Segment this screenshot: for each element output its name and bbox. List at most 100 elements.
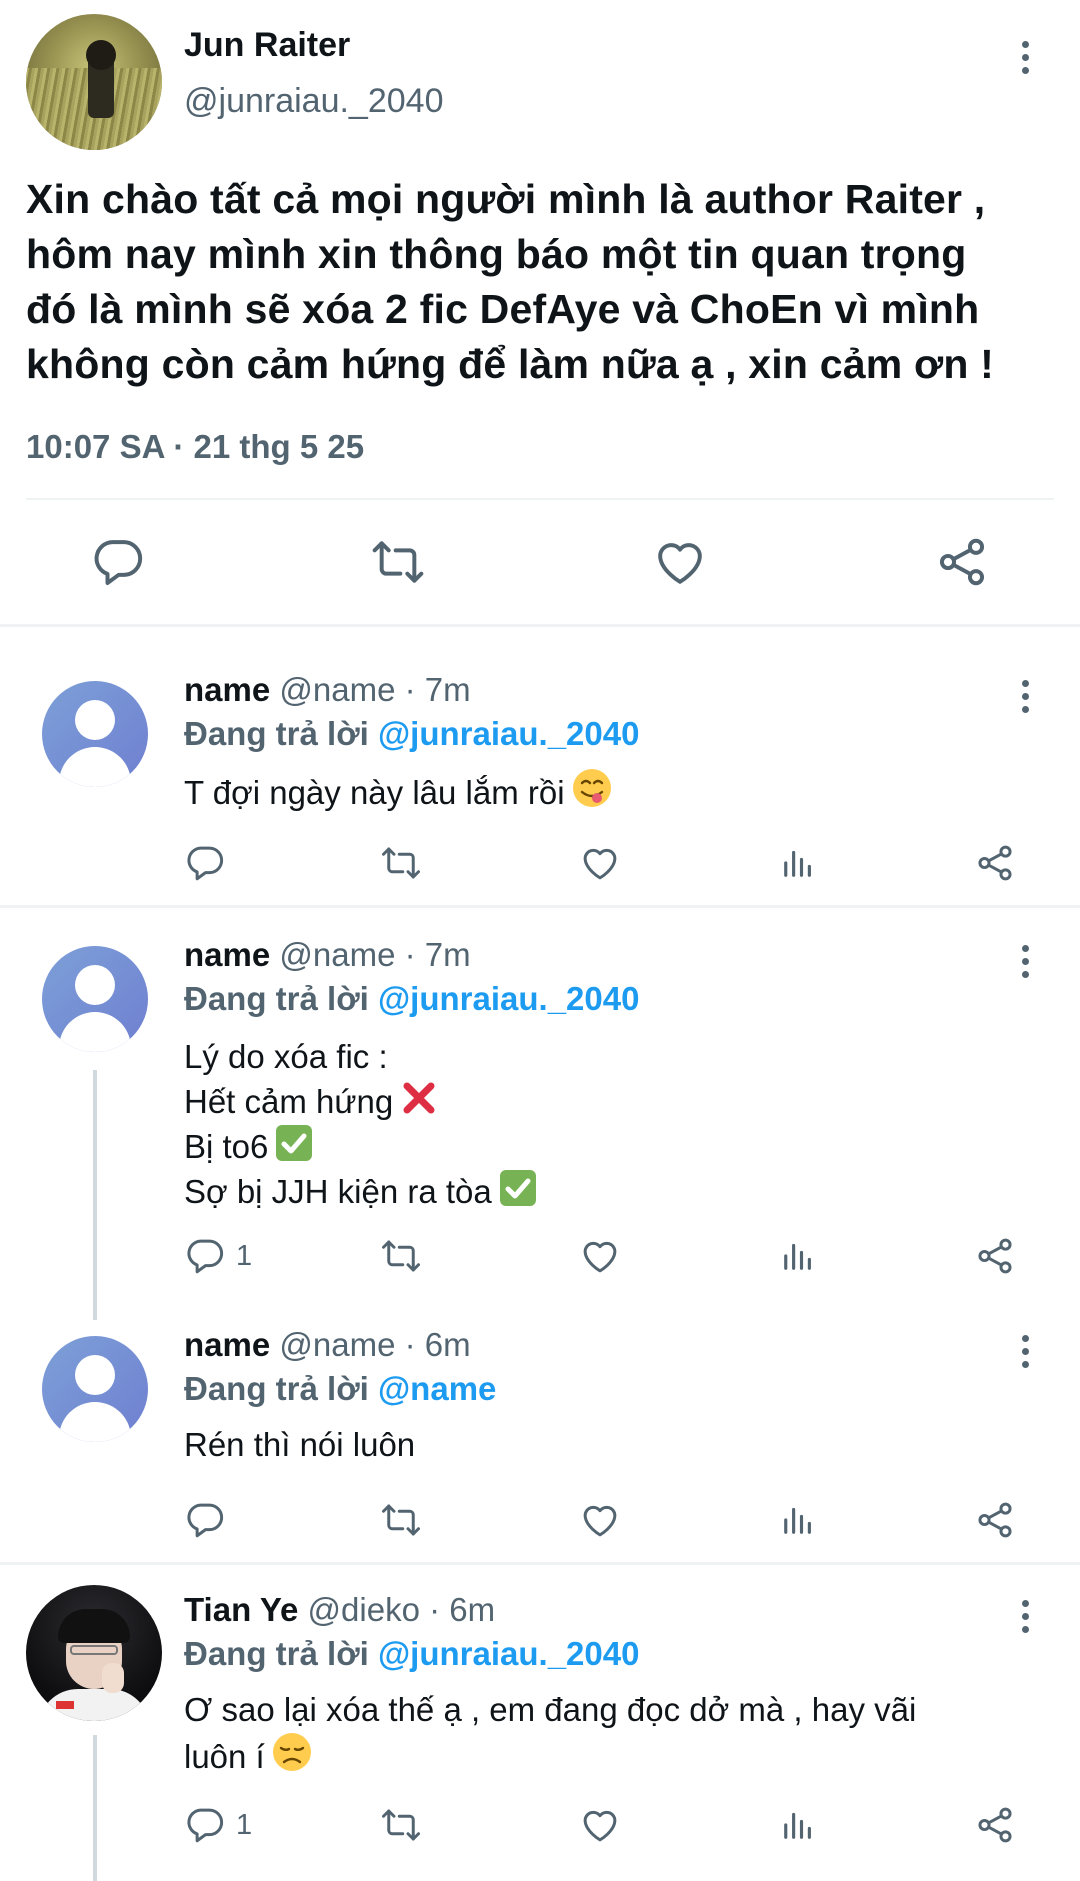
reply-tweet[interactable]: name @name · 7m Đang trả lời @junraiau._… — [0, 627, 1080, 906]
replying-to-handle[interactable]: @junraiau._2040 — [378, 1635, 639, 1672]
tweet-text: Xin chào tất cả mọi người mình là author… — [26, 172, 1056, 392]
reply-button[interactable]: 1 — [184, 1803, 252, 1847]
replying-to-label: Đang trả lời — [184, 980, 369, 1017]
reply-action-bar: 1 — [0, 1803, 1080, 1853]
stats-icon — [777, 842, 819, 884]
like-icon — [579, 1499, 621, 1541]
share-icon — [974, 1804, 1016, 1846]
reply-author-name[interactable]: name — [184, 936, 270, 973]
replying-to-label: Đang trả lời — [184, 1370, 369, 1407]
reply-icon — [184, 842, 226, 884]
tweet-text-line: đó là mình sẽ xóa 2 fic DefAye và ChoEn … — [26, 286, 980, 332]
reply-button[interactable] — [184, 1498, 226, 1542]
stats-icon — [777, 1235, 819, 1277]
reply-meta: @dieko · 6m — [307, 1591, 496, 1628]
replying-to: Đang trả lời @junraiau._2040 — [184, 715, 639, 753]
replying-to-label: Đang trả lời — [184, 1635, 369, 1672]
retweet-button[interactable] — [380, 1498, 422, 1542]
like-button[interactable] — [579, 1234, 621, 1278]
reply-action-bar: 1 — [0, 1234, 1080, 1284]
share-icon — [974, 1499, 1016, 1541]
author-avatar[interactable] — [26, 14, 162, 150]
share-icon — [974, 1235, 1016, 1277]
replying-to-handle[interactable]: @junraiau._2040 — [378, 980, 639, 1017]
retweet-button[interactable] — [380, 1234, 422, 1278]
reply-text-line: Hết cảm hứng — [184, 1083, 394, 1120]
retweet-icon — [380, 842, 422, 884]
more-options-icon[interactable] — [1010, 32, 1040, 82]
reply-button[interactable] — [184, 841, 226, 885]
reply-count: 1 — [236, 1239, 253, 1272]
main-tweet: Jun Raiter @junraiau._2040 Xin chào tất … — [0, 0, 1080, 626]
author-name[interactable]: Jun Raiter — [184, 26, 350, 65]
photo-avatar[interactable] — [26, 1585, 162, 1721]
reply-text-line: Lý do xóa fic : — [184, 1038, 388, 1075]
like-button[interactable] — [579, 841, 621, 885]
reply-tweet[interactable]: name @name · 6m Đang trả lời @name Rén t… — [0, 1300, 1080, 1564]
views-button[interactable] — [777, 1803, 819, 1847]
tweet-text-line: hôm nay mình xin thông báo một tin quan … — [26, 231, 967, 277]
reply-action-bar — [0, 1498, 1080, 1548]
reply-meta: @name · 7m — [279, 671, 471, 708]
reply-text: Ơ sao lại xóa thế ạ , em đang đọc dở mà … — [184, 1689, 1024, 1778]
like-icon — [579, 1804, 621, 1846]
default-avatar[interactable] — [42, 681, 148, 787]
more-options-icon[interactable] — [1010, 936, 1040, 986]
reply-author-name[interactable]: name — [184, 671, 270, 708]
share-button[interactable] — [974, 1803, 1016, 1847]
reply-text: Rén thì nói luôn — [184, 1424, 1024, 1466]
reply-author-name[interactable]: Tian Ye — [184, 1591, 298, 1628]
retweet-icon[interactable] — [370, 534, 426, 590]
stats-icon — [777, 1804, 819, 1846]
replying-to-handle[interactable]: @junraiau._2040 — [378, 715, 639, 752]
check-mark-emoji — [499, 1170, 536, 1206]
share-button[interactable] — [974, 1234, 1016, 1278]
replying-to-handle[interactable]: @name — [378, 1370, 496, 1407]
like-icon — [579, 1235, 621, 1277]
reply-author-name[interactable]: name — [184, 1326, 270, 1363]
like-icon[interactable] — [652, 534, 708, 590]
more-options-icon[interactable] — [1010, 1326, 1040, 1376]
tweet-timestamp[interactable]: 10:07 SA · 21 thg 5 25 — [26, 428, 364, 466]
reply-text: Lý do xóa fic : Hết cảm hứng Bị to6 Sợ b… — [184, 1036, 1024, 1213]
like-icon — [579, 842, 621, 884]
share-icon — [974, 842, 1016, 884]
replying-to: Đang trả lời @name — [184, 1370, 496, 1408]
disappointed-emoji — [272, 1733, 311, 1771]
reply-count: 1 — [236, 1808, 253, 1841]
default-avatar[interactable] — [42, 1336, 148, 1442]
share-button[interactable] — [974, 1498, 1016, 1542]
retweet-button[interactable] — [380, 1803, 422, 1847]
more-options-icon[interactable] — [1010, 671, 1040, 721]
share-button[interactable] — [974, 841, 1016, 885]
views-button[interactable] — [777, 841, 819, 885]
reply-icon — [184, 1804, 226, 1846]
smiling-tongue-emoji — [572, 769, 611, 807]
tweet-action-bar — [0, 500, 1080, 624]
tweet-text-line: không còn cảm hứng để làm nữa ạ , xin cả… — [26, 341, 995, 387]
default-avatar[interactable] — [42, 946, 148, 1052]
replying-to: Đang trả lời @junraiau._2040 — [184, 1635, 639, 1673]
reply-icon — [184, 1499, 226, 1541]
views-button[interactable] — [777, 1498, 819, 1542]
like-button[interactable] — [579, 1803, 621, 1847]
cross-mark-emoji — [403, 1082, 435, 1114]
share-icon[interactable] — [934, 534, 990, 590]
views-button[interactable] — [777, 1234, 819, 1278]
reply-text-line: Sợ bị JJH kiện ra tòa — [184, 1173, 492, 1210]
reply-text: T đợi ngày này lâu lắm rồi — [184, 767, 1024, 814]
check-mark-emoji — [276, 1125, 313, 1161]
reply-meta: @name · 7m — [279, 936, 471, 973]
retweet-button[interactable] — [380, 841, 422, 885]
retweet-icon — [380, 1499, 422, 1541]
reply-tweet[interactable]: name @name · 7m Đang trả lời @junraiau._… — [0, 908, 1080, 1300]
reply-button[interactable]: 1 — [184, 1234, 252, 1278]
reply-action-bar — [0, 841, 1080, 891]
retweet-icon — [380, 1235, 422, 1277]
reply-meta: @name · 6m — [279, 1326, 471, 1363]
author-handle[interactable]: @junraiau._2040 — [184, 82, 443, 121]
more-options-icon[interactable] — [1010, 1591, 1040, 1641]
like-button[interactable] — [579, 1498, 621, 1542]
reply-icon[interactable] — [90, 534, 146, 590]
reply-tweet[interactable]: Tian Ye @dieko · 6m Đang trả lời @junrai… — [0, 1565, 1080, 1881]
